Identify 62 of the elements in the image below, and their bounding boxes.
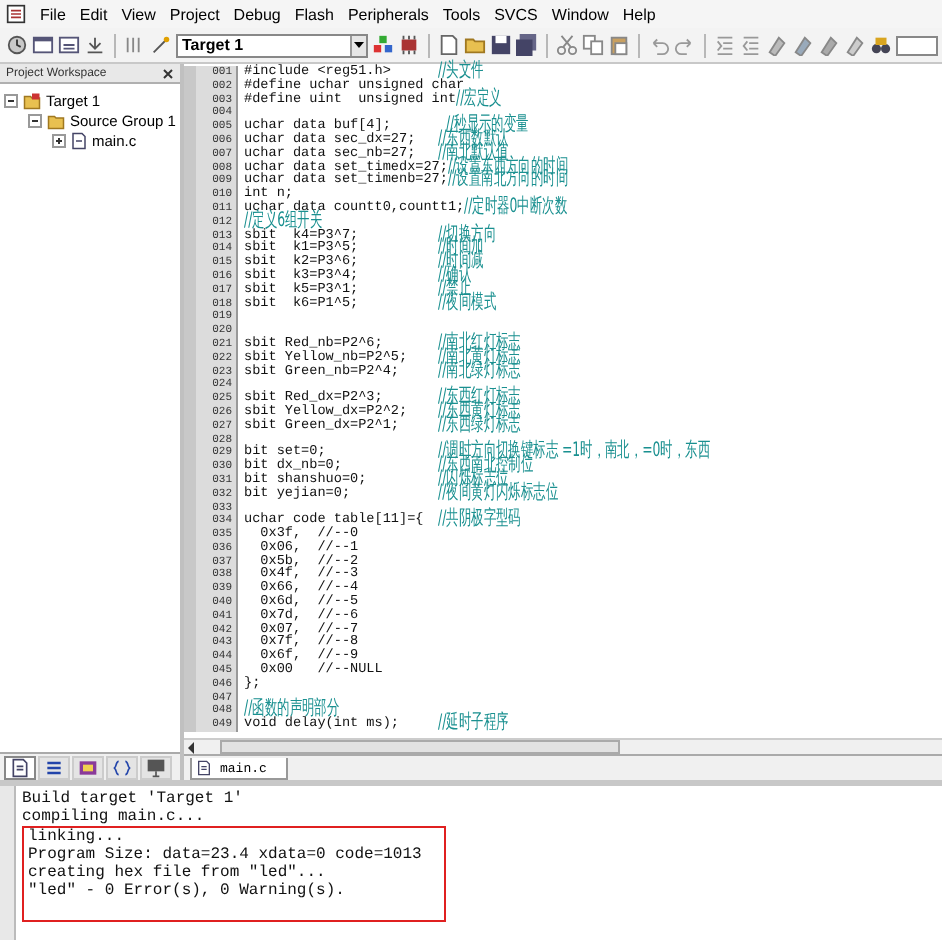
folder-icon[interactable] [22, 91, 42, 109]
chip-icon[interactable] [398, 34, 420, 56]
save-all-icon[interactable] [516, 34, 538, 56]
bookmark-icon[interactable] [818, 34, 840, 56]
menu-item[interactable]: SVCS [494, 5, 538, 23]
braces-icon [112, 757, 132, 777]
save-icon[interactable] [490, 34, 512, 56]
build-icon[interactable] [6, 34, 28, 56]
monitor-icon [146, 757, 166, 777]
window-icon[interactable] [58, 34, 80, 56]
list-icon [44, 757, 64, 777]
output-line: Build target 'Target 1' [22, 790, 245, 808]
minus-icon[interactable] [28, 113, 42, 127]
menu-item[interactable]: Flash [294, 5, 334, 23]
close-icon[interactable] [162, 67, 174, 79]
download-icon[interactable] [84, 34, 106, 56]
binoculars-icon[interactable] [870, 34, 892, 56]
target-select[interactable]: Target 1 [176, 33, 368, 57]
window-icon[interactable] [32, 34, 54, 56]
menu-item[interactable]: Edit [79, 5, 108, 23]
panel-tab[interactable] [140, 755, 172, 779]
menu-item[interactable]: Project [169, 5, 220, 23]
new-file-icon[interactable] [438, 34, 460, 56]
book-icon [78, 757, 98, 777]
bookmark-icon[interactable] [792, 34, 814, 56]
menu-item[interactable]: File [40, 5, 66, 23]
redo-icon[interactable] [674, 34, 696, 56]
bookmark-icon[interactable] [766, 34, 788, 56]
paste-icon[interactable] [608, 34, 630, 56]
scrollbar-thumb[interactable] [220, 740, 620, 754]
output-line: compiling main.c... [22, 808, 207, 826]
folder-icon[interactable] [46, 111, 66, 129]
panel-tab[interactable] [4, 755, 36, 779]
copy-icon[interactable] [582, 34, 604, 56]
app-icon[interactable] [6, 4, 26, 24]
minus-icon[interactable] [4, 93, 18, 107]
panel-tab[interactable] [72, 755, 104, 779]
folder-icon[interactable] [464, 34, 486, 56]
undo-icon[interactable] [648, 34, 670, 56]
boxes-icon[interactable] [372, 34, 394, 56]
find-field[interactable] [896, 35, 938, 55]
plus-icon[interactable] [52, 133, 66, 147]
panel-tab[interactable] [106, 755, 138, 779]
menu-item[interactable]: Peripherals [347, 5, 429, 23]
caret-icon [354, 42, 364, 48]
output-line: "led" - 0 Error(s), 0 Warning(s). [28, 882, 347, 900]
output-line: linking... [28, 828, 127, 846]
wand-icon[interactable] [150, 34, 172, 56]
cut-icon[interactable] [556, 34, 578, 56]
output-line: creating hex file from "led"... [28, 864, 328, 882]
document-icon [196, 760, 212, 776]
menu-item[interactable]: Tools [442, 5, 481, 23]
outdent-icon[interactable] [740, 34, 762, 56]
menu-item[interactable]: Debug [233, 5, 281, 23]
menu-item[interactable]: View [121, 5, 156, 23]
indent-icon[interactable] [714, 34, 736, 56]
menu-item[interactable]: Help [622, 5, 656, 23]
grid-icon[interactable] [124, 34, 146, 56]
file-icon[interactable] [70, 131, 88, 149]
menu-item[interactable]: Window [551, 5, 609, 23]
panel-tab[interactable] [38, 755, 70, 779]
output-line: Program Size: data=23.4 xdata=0 code=1013 [28, 846, 424, 864]
